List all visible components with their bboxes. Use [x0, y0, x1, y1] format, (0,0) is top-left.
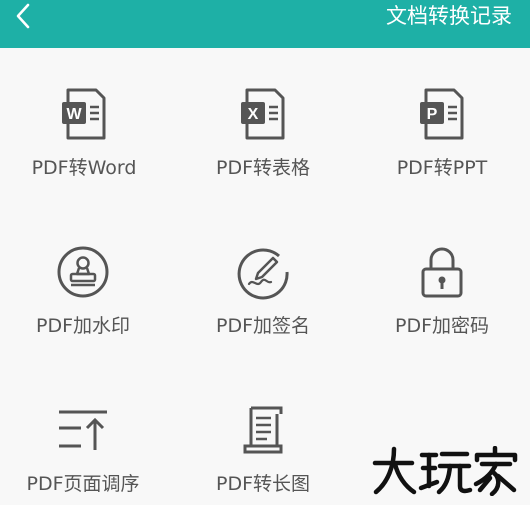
tool-label: PDF转表格	[215, 157, 311, 179]
tool-label: PDF加水印	[35, 315, 131, 337]
tool-pdf-reorder[interactable]: PDF页面调序	[0, 400, 171, 496]
tool-pdf-long-image[interactable]: PDF转长图	[175, 400, 351, 496]
svg-text:P: P	[427, 106, 438, 123]
tool-pdf-to-word[interactable]: W PDF转Word	[0, 84, 172, 180]
tool-label: PDF加密码	[394, 315, 490, 337]
svg-text:W: W	[66, 106, 82, 123]
tool-label: PDF加签名	[215, 315, 311, 337]
tool-pdf-watermark[interactable]: PDF加水印	[0, 242, 171, 338]
excel-doc-icon: X	[241, 88, 285, 140]
stamp-icon	[57, 246, 109, 298]
reorder-pages-icon	[59, 410, 107, 450]
padlock-icon	[421, 247, 463, 298]
top-bar: 文档转换记录	[0, 0, 530, 48]
watermark-logo	[372, 445, 522, 497]
svg-text:X: X	[248, 106, 259, 123]
chevron-left-icon	[16, 3, 30, 29]
signature-pen-icon	[237, 248, 289, 300]
watermark-text-art	[372, 445, 518, 497]
conversion-history-link[interactable]: 文档转换记录	[386, 2, 512, 30]
word-doc-icon: W	[62, 88, 106, 140]
back-button[interactable]	[14, 0, 54, 32]
tool-pdf-to-excel[interactable]: X PDF转表格	[175, 84, 351, 180]
tool-label: PDF转长图	[215, 473, 311, 495]
tool-pdf-to-ppt[interactable]: P PDF转PPT	[354, 84, 530, 180]
tool-label: PDF转Word	[31, 157, 137, 179]
scroll-document-icon	[243, 406, 283, 454]
tool-label: PDF页面调序	[26, 473, 140, 495]
ppt-doc-icon: P	[420, 88, 464, 140]
tool-pdf-password[interactable]: PDF加密码	[354, 242, 530, 338]
tool-pdf-signature[interactable]: PDF加签名	[175, 242, 351, 338]
tool-label: PDF转PPT	[396, 157, 488, 179]
